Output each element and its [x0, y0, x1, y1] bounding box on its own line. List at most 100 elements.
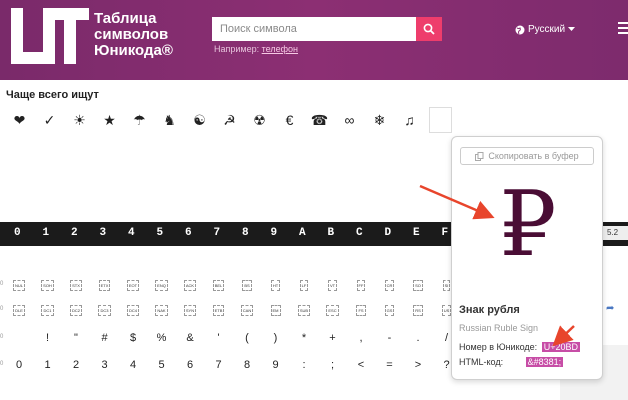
symbol-cell[interactable]: < [350, 355, 372, 375]
frequent-symbol[interactable]: ♞ [155, 107, 184, 133]
frequent-symbol[interactable]: ☎ [305, 107, 334, 133]
symbol-cell[interactable]: ! [37, 328, 59, 348]
symbol-cell[interactable]: + [322, 328, 344, 348]
symbol-cell[interactable]: & [179, 328, 201, 348]
symbol-cell[interactable]: 3 [94, 355, 116, 375]
symbol-cell[interactable]: ( [236, 328, 258, 348]
control-char-cell[interactable]: CR [379, 275, 401, 295]
symbol-cell[interactable]: - [379, 328, 401, 348]
control-char-cell[interactable]: ETB [208, 300, 230, 320]
frequent-symbol[interactable]: ☀ [65, 107, 94, 133]
symbol-cell[interactable]: ) [265, 328, 287, 348]
control-char-cell[interactable]: FF [350, 275, 372, 295]
control-char-cell[interactable]: DC1 [37, 300, 59, 320]
cell-glyph: DC4 [126, 304, 139, 316]
logo-line-3: Юникода® [94, 42, 173, 59]
copy-button[interactable]: Скопировать в буфер [460, 147, 594, 165]
control-char-cell[interactable]: EM [265, 300, 287, 320]
symbol-cell[interactable]: , [350, 328, 372, 348]
control-char-cell[interactable]: SYN [179, 300, 201, 320]
symbol-cell[interactable]: : [293, 355, 315, 375]
control-char-cell[interactable]: ETX [94, 275, 116, 295]
cell-glyph: SO [413, 279, 423, 291]
frequent-symbol-selected[interactable] [429, 107, 452, 133]
symbol-cell[interactable]: 1 [37, 355, 59, 375]
symbol-cell[interactable]: 4 [122, 355, 144, 375]
frequent-symbol[interactable]: ☂ [125, 107, 154, 133]
control-char-cell[interactable]: EOT [122, 275, 144, 295]
cell-glyph: CR [384, 279, 395, 291]
control-char-cell[interactable]: HT [265, 275, 287, 295]
control-char-cell[interactable]: DC2 [65, 300, 87, 320]
symbol-cell[interactable]: 7 [208, 355, 230, 375]
symbol-cell[interactable]: 2 [65, 355, 87, 375]
frequent-symbol[interactable]: ★ [95, 107, 124, 133]
control-char-cell[interactable]: SO [407, 275, 429, 295]
symbol-cell[interactable]: * [293, 328, 315, 348]
logo-title[interactable]: Таблица символов Юникода® [94, 11, 173, 59]
control-char-cell[interactable]: CAN [236, 300, 258, 320]
cell-glyph: ENQ [155, 279, 168, 291]
cell-glyph: 3 [101, 359, 108, 371]
symbol-cell[interactable]: 5 [151, 355, 173, 375]
symbol-cell[interactable]: ' [208, 328, 230, 348]
control-char-cell[interactable]: ACK [179, 275, 201, 295]
symbol-cell[interactable]: 0 [8, 355, 30, 375]
search-example: Например: телефон [214, 44, 298, 54]
frequent-symbol[interactable]: ☢ [245, 107, 274, 133]
symbol-cell[interactable]: " [65, 328, 87, 348]
control-char-cell[interactable]: STX [65, 275, 87, 295]
control-char-cell[interactable]: BS [236, 275, 258, 295]
control-char-cell[interactable]: DLE [8, 300, 30, 320]
frequent-symbol[interactable]: ☭ [215, 107, 244, 133]
symbol-cell[interactable]: 6 [179, 355, 201, 375]
symbol-cell[interactable]: ; [322, 355, 344, 375]
control-char-cell[interactable]: ENQ [151, 275, 173, 295]
control-char-cell[interactable]: RS [407, 300, 429, 320]
example-link[interactable]: телефон [262, 44, 298, 54]
control-char-cell[interactable]: DC4 [122, 300, 144, 320]
share-icon[interactable]: ➦ [606, 303, 614, 314]
cell-glyph: 7 [215, 359, 222, 371]
symbol-cell[interactable]: = [379, 355, 401, 375]
symbol-cell[interactable]: . [407, 328, 429, 348]
cell-glyph: 8 [243, 359, 251, 371]
frequent-symbol[interactable]: ♫ [395, 107, 424, 133]
copy-label: Скопировать в буфер [488, 151, 579, 161]
symbol-cell[interactable]: > [407, 355, 429, 375]
symbol-cell[interactable]: $ [122, 328, 144, 348]
symbol-cell[interactable]: 9 [265, 355, 287, 375]
control-char-cell[interactable]: ESC [322, 300, 344, 320]
frequent-symbol[interactable]: ❄ [365, 107, 394, 133]
logo-icon[interactable] [9, 6, 89, 66]
control-char-cell[interactable]: DC3 [94, 300, 116, 320]
frequent-symbol[interactable]: ✓ [35, 107, 64, 133]
control-char-cell[interactable]: FS [350, 300, 372, 320]
chevron-down-icon [568, 27, 576, 31]
frequent-symbol[interactable]: ❤ [5, 107, 34, 133]
symbol-cell[interactable] [8, 328, 30, 348]
frequent-symbol[interactable]: ☯ [185, 107, 214, 133]
cell-glyph: / [444, 332, 449, 344]
control-char-cell[interactable]: SUB [293, 300, 315, 320]
control-char-cell[interactable]: LF [293, 275, 315, 295]
language-selector[interactable]: Русский [515, 24, 576, 35]
search-input[interactable] [212, 17, 416, 41]
control-char-cell[interactable]: SOH [37, 275, 59, 295]
control-char-cell[interactable]: NUL [8, 275, 30, 295]
hex-column-label: 2 [71, 227, 78, 239]
control-char-cell[interactable]: BEL [208, 275, 230, 295]
cell-glyph: BS [242, 279, 252, 291]
search-button[interactable] [416, 17, 442, 41]
control-char-cell[interactable]: GS [379, 300, 401, 320]
symbol-cell[interactable]: % [151, 328, 173, 348]
html-value[interactable]: &#8381; [525, 357, 564, 367]
unicode-value[interactable]: U+20BD [541, 342, 580, 352]
frequent-symbol[interactable]: ∞ [335, 107, 364, 133]
frequent-symbol[interactable]: € [275, 107, 304, 133]
symbol-cell[interactable]: 8 [236, 355, 258, 375]
symbol-cell[interactable]: # [94, 328, 116, 348]
control-char-cell[interactable]: VT [322, 275, 344, 295]
menu-icon[interactable] [618, 22, 628, 37]
control-char-cell[interactable]: NAK [151, 300, 173, 320]
